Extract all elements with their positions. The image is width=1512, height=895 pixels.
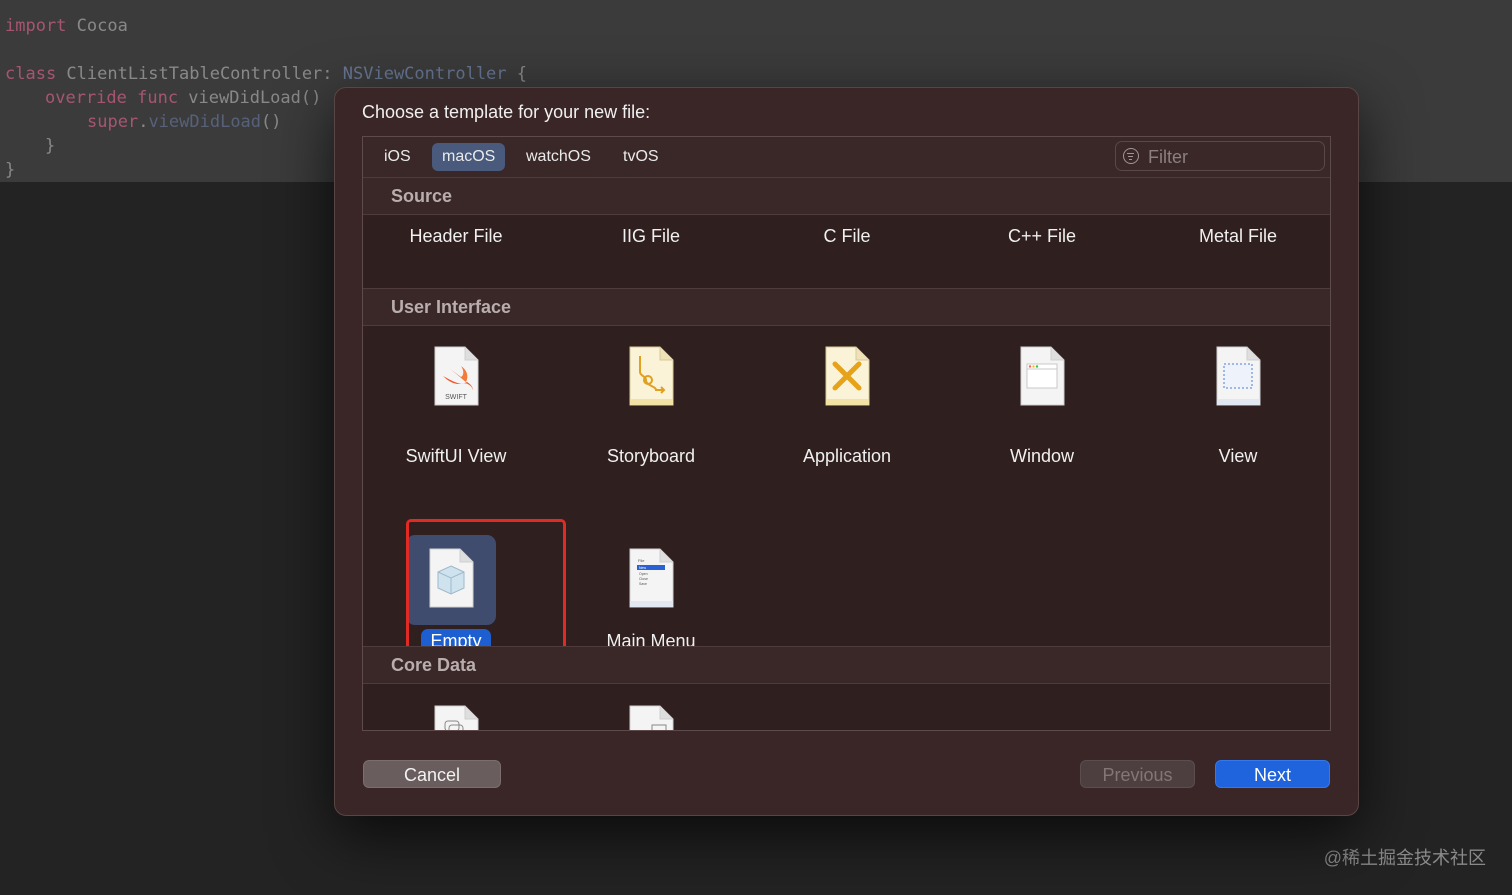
template-label: Window: [1009, 446, 1075, 466]
code-function: viewDidLoad: [148, 112, 262, 132]
code-text: .: [138, 112, 149, 132]
watermark: @稀土掘金技术社区: [1323, 848, 1486, 868]
section-user-interface: User Interface: [363, 288, 1330, 326]
filter-field[interactable]: [1115, 141, 1325, 172]
section-title: Source: [391, 186, 453, 206]
cancel-button[interactable]: Cancel: [363, 760, 501, 788]
code-line-7: }: [5, 160, 16, 180]
template-label: C++ File: [1007, 226, 1077, 246]
template-label: SwiftUI View: [405, 446, 507, 466]
code-text: {: [506, 64, 528, 84]
code-text: Cocoa: [66, 16, 128, 36]
main-menu-icon: File New Open Close Save: [629, 548, 674, 608]
section-source: Source: [363, 177, 1330, 215]
keyword-import: import: [5, 16, 67, 36]
template-panel: iOS macOS watchOS tvOS Source Header Fil…: [362, 136, 1331, 731]
storyboard-icon: [629, 346, 674, 406]
template-application[interactable]: Application: [749, 343, 945, 466]
menu-preview-item: Open: [639, 572, 648, 576]
template-c-file[interactable]: C File: [749, 224, 945, 249]
mapping-model-icon[interactable]: [628, 705, 674, 731]
keyword-super: super: [87, 112, 139, 132]
code-line-1: import Cocoa: [5, 14, 128, 38]
window-icon: [1020, 346, 1065, 406]
template-label: Application: [802, 446, 892, 466]
template-label: Storyboard: [606, 446, 696, 466]
filter-input[interactable]: [1146, 142, 1320, 172]
dialog-title: Choose a template for your new file:: [362, 102, 651, 122]
menu-preview-item: Save: [639, 582, 647, 586]
template-swiftui-view[interactable]: SWIFT SwiftUI View: [363, 343, 554, 466]
tab-ios[interactable]: iOS: [374, 143, 421, 171]
platform-tabbar: iOS macOS watchOS tvOS: [363, 137, 1330, 178]
previous-button[interactable]: Previous: [1080, 760, 1195, 788]
data-model-icon[interactable]: [433, 705, 479, 731]
code-text: viewDidLoad(): [178, 88, 322, 108]
code-text: (): [261, 112, 282, 132]
keyword-class: class: [5, 64, 57, 84]
template-cpp-file[interactable]: C++ File: [944, 224, 1140, 249]
code-line-6: }: [45, 136, 56, 156]
template-label: Header File: [409, 226, 503, 246]
new-file-dialog: Choose a template for your new file: iOS…: [334, 87, 1359, 816]
code-line-5: super.viewDidLoad(): [87, 110, 282, 134]
tab-tvos[interactable]: tvOS: [613, 143, 669, 171]
section-title: Core Data: [391, 655, 477, 675]
section-title: User Interface: [391, 297, 512, 317]
template-label: View: [1218, 446, 1258, 466]
template-view[interactable]: View: [1140, 343, 1330, 466]
next-button[interactable]: Next: [1215, 760, 1330, 788]
swift-file-icon: SWIFT: [434, 346, 479, 406]
keyword-override-func: override func: [45, 88, 179, 108]
template-header-file[interactable]: Header File: [363, 224, 554, 249]
template-label: IIG File: [621, 226, 680, 246]
swift-badge: SWIFT: [445, 394, 467, 401]
template-window[interactable]: Window: [944, 343, 1140, 466]
tab-watchos[interactable]: watchOS: [516, 143, 601, 171]
menu-preview-item: Close: [639, 577, 648, 581]
code-line-4: override func viewDidLoad(): [45, 86, 321, 110]
filter-icon: [1123, 148, 1139, 164]
template-iig-file[interactable]: IIG File: [553, 224, 749, 249]
menu-preview-item: New: [639, 566, 646, 570]
menu-preview-item: File: [638, 558, 645, 563]
template-label: Metal File: [1198, 226, 1278, 246]
template-label: C File: [823, 226, 871, 246]
code-type: NSViewController: [342, 64, 507, 84]
template-metal-file[interactable]: Metal File: [1140, 224, 1330, 249]
view-icon: [1216, 346, 1261, 406]
application-xib-icon: [825, 346, 870, 406]
code-line-3: class ClientListTableController: NSViewC…: [5, 62, 527, 86]
section-core-data: Core Data: [363, 646, 1330, 684]
template-storyboard[interactable]: Storyboard: [553, 343, 749, 466]
tab-macos[interactable]: macOS: [432, 143, 506, 171]
code-text: ClientListTableController:: [56, 64, 343, 84]
